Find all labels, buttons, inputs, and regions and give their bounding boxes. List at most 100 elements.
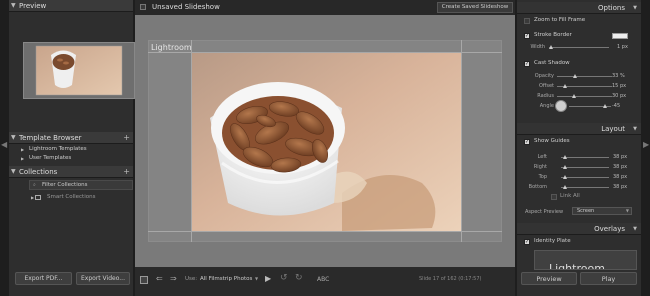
preview-button[interactable]: Preview [521,272,577,285]
stroke-border-checkbox[interactable]: ✓ [524,33,530,39]
angle-value[interactable]: -45 [612,103,620,109]
options-panel-header[interactable]: Options ▼ [517,2,641,14]
dropdown-arrow-icon: ▼ [625,208,629,213]
tree-item-label: Lightroom Templates [29,146,87,152]
left-guide-slider-thumb[interactable] [563,155,567,159]
radius-value[interactable]: 30 px [612,93,626,99]
rotate-left-icon[interactable]: ↺ [280,273,288,283]
previous-slide-icon[interactable]: ⇐ [156,274,163,283]
top-guide-slider-track[interactable] [561,177,609,178]
top-guide-slider-thumb[interactable] [563,175,567,179]
angle-dial-icon[interactable] [555,100,567,112]
preview-thumbnail [23,42,135,99]
expand-triangle-icon: ▶ [21,156,25,161]
identity-plate-text[interactable]: Lightroom [151,43,192,52]
opacity-slider-track[interactable] [557,76,612,77]
left-guide-slider-track[interactable] [561,157,609,158]
template-browser-header[interactable]: ▼ Template Browser + [9,132,133,144]
bottom-guide-value[interactable]: 38 px [613,184,627,190]
link-all-label: Link All [560,193,580,199]
export-video-button[interactable]: Export Video... [76,272,130,285]
tree-item-label: User Templates [29,155,72,161]
left-guide-label: Left [537,154,547,160]
play-button[interactable]: Play [580,272,637,285]
slideshow-title-bar: Unsaved Slideshow Create Saved Slideshow [135,0,515,15]
radius-label: Radius [537,93,554,99]
play-preview-icon[interactable]: ▶ [265,274,271,283]
top-guide-label: Top [538,174,547,180]
left-guide-value[interactable]: 38 px [613,154,627,160]
guide-bottom [148,231,502,232]
opacity-label: Opacity [534,73,554,79]
tree-item-lightroom-templates[interactable]: ▶ Lightroom Templates [17,145,133,154]
options-header-label: Options [597,4,625,12]
angle-slider-thumb[interactable] [603,104,607,108]
right-guide-slider-track[interactable] [561,167,609,168]
radius-slider-track[interactable] [557,96,612,97]
right-guide-value[interactable]: 38 px [613,164,627,170]
collapse-triangle-icon: ▼ [633,5,637,11]
collapse-left-arrow-icon[interactable]: ◀ [1,140,7,149]
identity-plate-checkbox[interactable]: ✓ [524,239,530,245]
overlays-panel-header[interactable]: Overlays ▼ [517,223,641,235]
offset-value[interactable]: 15 px [612,83,626,89]
show-guides-checkbox[interactable]: ✓ [524,139,530,145]
left-panel: ▼ Preview ▼ Template Browser + ▶ Lightro… [9,0,135,296]
tree-item-smart-collections[interactable]: ▶ Smart Collections [27,193,143,202]
create-saved-slideshow-button[interactable]: Create Saved Slideshow [437,2,513,13]
cast-shadow-checkbox[interactable]: ✓ [524,61,530,67]
opacity-slider-thumb[interactable] [573,74,578,78]
stroke-color-swatch[interactable] [612,33,628,39]
collapse-triangle-icon: ▼ [633,226,637,232]
identity-plate-preview-text: Lightroom [549,262,605,270]
collapse-triangle-icon: ▼ [11,168,16,175]
layout-panel-header[interactable]: Layout ▼ [517,123,641,135]
offset-label: Offset [538,83,554,89]
aspect-preview-dropdown[interactable]: Screen ▼ [572,207,632,215]
preview-thumbnail-image [35,45,123,96]
collapse-right-arrow-icon[interactable]: ▶ [643,140,649,149]
show-guides-label: Show Guides [534,138,570,144]
width-slider-track[interactable] [549,47,609,48]
expand-triangle-icon: ▶ [21,147,25,152]
stop-icon[interactable] [140,276,148,284]
tree-item-user-templates[interactable]: ▶ User Templates [17,154,133,163]
collapse-triangle-icon: ▼ [633,126,637,132]
tree-item-label: Smart Collections [47,194,96,200]
width-value[interactable]: 1 px [617,44,628,50]
next-slide-icon[interactable]: ⇒ [170,274,177,283]
slideshow-collection-icon [140,4,146,10]
layout-header-label: Layout [601,125,625,133]
offset-slider-thumb[interactable] [563,84,568,88]
slide-photo[interactable] [192,53,461,231]
bottom-guide-slider-thumb[interactable] [563,185,567,189]
identity-plate-label: Identity Plate [534,238,571,244]
opacity-value[interactable]: 33 % [612,73,625,79]
preview-panel-header[interactable]: ▼ Preview [9,0,133,12]
use-label: Use: [185,276,198,282]
add-collection-icon[interactable]: + [123,166,130,178]
bottom-guide-slider-track[interactable] [561,187,609,188]
dropdown-arrow-icon[interactable]: ▼ [255,276,258,281]
add-template-icon[interactable]: + [123,132,130,144]
angle-label: Angle [539,103,554,109]
right-guide-slider-thumb[interactable] [563,165,567,169]
filter-collections-placeholder: Filter Collections [42,182,88,188]
filter-collections-input[interactable]: ⌕ Filter Collections [29,180,133,190]
zoom-fill-checkbox[interactable] [524,18,530,24]
collections-header[interactable]: ▼ Collections + [9,166,133,178]
top-guide-value[interactable]: 38 px [613,174,627,180]
add-text-button[interactable]: ABC [317,276,329,283]
export-pdf-button[interactable]: Export PDF... [15,272,72,285]
use-source-dropdown[interactable]: All Filmstrip Photos [200,276,252,282]
width-slider-thumb[interactable] [549,45,553,49]
zoom-fill-label: Zoom to Fill Frame [534,17,586,23]
radius-slider-thumb[interactable] [571,94,576,98]
search-icon: ⌕ [33,182,36,188]
rotate-right-icon[interactable]: ↻ [295,273,303,283]
collections-label: Collections [19,168,58,176]
identity-plate-preview[interactable]: Lightroom [534,250,637,270]
right-panel: Options ▼ Zoom to Fill Frame ✓ Stroke Bo… [517,0,641,296]
link-all-checkbox[interactable] [551,194,557,200]
slideshow-title: Unsaved Slideshow [152,3,220,11]
